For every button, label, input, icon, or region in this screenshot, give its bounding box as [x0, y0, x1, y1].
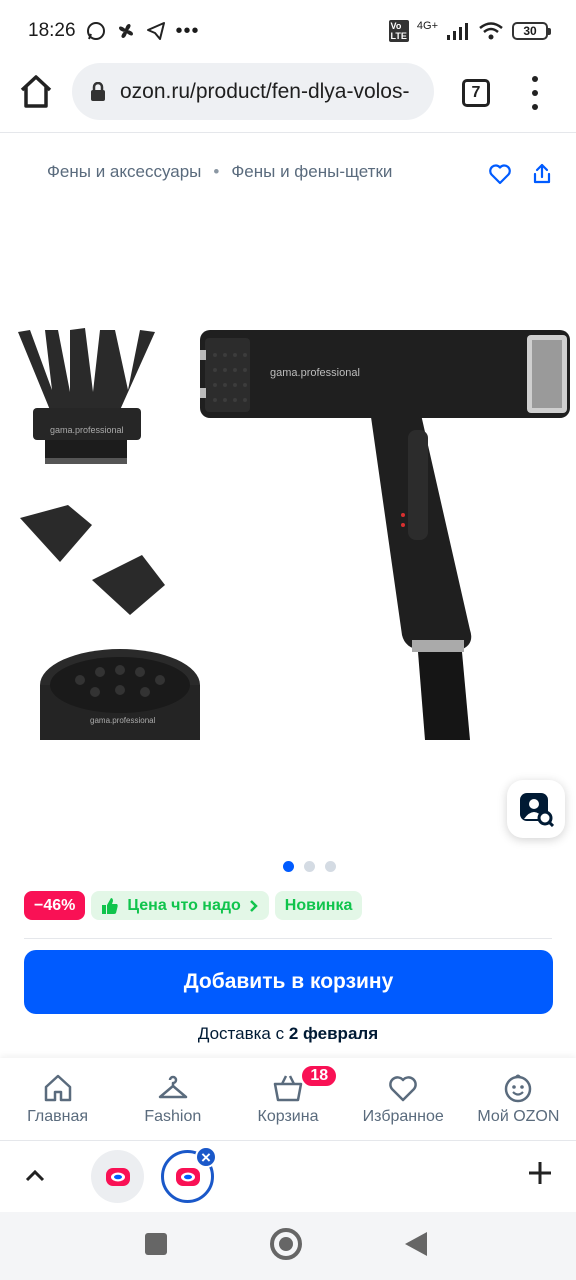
diffuser-accessory: gama.professional [18, 328, 155, 464]
pagination-dot[interactable] [304, 861, 315, 872]
heart-icon [389, 1076, 418, 1102]
nozzle-accessories [20, 505, 165, 615]
close-tab-icon[interactable]: × [195, 1146, 217, 1168]
toolbar-divider [0, 132, 576, 133]
brand-mark: gama.professional [50, 425, 124, 435]
ozon-logo-icon [175, 1167, 200, 1186]
chevron-up-icon[interactable] [24, 1165, 46, 1187]
back-button[interactable] [405, 1232, 427, 1256]
nav-cart-label: Корзина [257, 1108, 319, 1125]
more-notifications-icon: ••• [175, 19, 200, 42]
pagination-dot[interactable] [283, 861, 294, 872]
breadcrumb-item[interactable]: Фены и фены-щетки [231, 162, 392, 182]
image-search-button[interactable] [507, 780, 565, 838]
pinwheel-icon [118, 24, 133, 38]
breadcrumb-item[interactable]: Фены и аксессуары [47, 162, 201, 182]
basket-icon [273, 1075, 303, 1102]
nav-profile[interactable]: Мой OZON [461, 1058, 576, 1140]
nav-cart[interactable]: Корзина 18 [230, 1058, 345, 1140]
brand-mark: gama.professional [90, 716, 156, 725]
nav-fashion-label: Fashion [144, 1108, 202, 1125]
nav-home[interactable]: Главная [0, 1058, 115, 1140]
new-tab-icon[interactable] [526, 1159, 554, 1187]
nav-profile-label: Мой OZON [477, 1108, 560, 1125]
battery-icon: 30 [512, 22, 551, 40]
signal-icon [447, 23, 468, 40]
notification-icons: ••• [86, 20, 200, 43]
hair-dryer: gama.professional [200, 330, 570, 740]
product-gallery[interactable]: gama.professional gama.professional gama… [0, 300, 576, 750]
round-diffuser: gama.professional [40, 649, 200, 740]
url-text: ozon.ru/product/fen-dlya-volos- [120, 79, 410, 103]
browser-tab[interactable] [91, 1150, 144, 1203]
wifi-icon [479, 22, 503, 40]
home-button[interactable] [270, 1228, 302, 1260]
nav-favorites-label: Избранное [362, 1108, 444, 1125]
status-bar: 18:26 ••• Vo LTE 4G+ 30 [0, 0, 576, 62]
thumbs-up-icon [102, 897, 119, 914]
visual-search-icon [520, 793, 554, 827]
lock-icon [91, 81, 105, 101]
network-type: 4G+ [416, 20, 438, 32]
breadcrumb-separator: • [213, 162, 220, 181]
recent-apps-button[interactable] [145, 1233, 167, 1255]
gallery-pagination [283, 861, 336, 872]
ozon-logo-icon [105, 1167, 130, 1186]
brand-mark: gama.professional [270, 367, 360, 379]
address-bar[interactable]: ozon.ru/product/fen-dlya-volos- [72, 63, 434, 120]
delivery-prefix: Доставка с [197, 1024, 289, 1043]
telegram-icon [146, 22, 165, 40]
new-badge: Новинка [274, 891, 363, 920]
good-price-badge[interactable]: Цена что надо [91, 891, 269, 920]
discount-badge: −46% [24, 891, 86, 920]
product-actions [488, 162, 554, 186]
nav-fashion[interactable]: Fashion [115, 1058, 230, 1140]
heart-icon[interactable] [488, 162, 512, 186]
browser-menu-button[interactable] [524, 76, 546, 110]
delivery-info: Доставка с 2 февраля [0, 1024, 576, 1044]
system-navigation [0, 1212, 576, 1280]
pagination-dot[interactable] [325, 861, 336, 872]
whatsapp-icon [86, 22, 105, 40]
hanger-icon [158, 1075, 188, 1099]
volte-icon: Vo LTE [388, 20, 409, 42]
home-icon[interactable] [18, 72, 54, 112]
good-price-label: Цена что надо [127, 896, 241, 914]
cart-count-badge: 18 [300, 1064, 339, 1088]
house-icon [44, 1074, 71, 1102]
bottom-navigation: Главная Fashion Корзина 18 Избранное Мой… [0, 1058, 576, 1140]
nav-home-label: Главная [27, 1108, 89, 1125]
product-badges: −46% Цена что надо Новинка [24, 891, 363, 920]
browser-toolbar: ozon.ru/product/fen-dlya-volos- 7 [0, 62, 576, 132]
status-time: 18:26 [28, 20, 76, 41]
delivery-date: 2 февраля [288, 1024, 379, 1043]
section-divider [24, 938, 552, 939]
tab-switcher-button[interactable]: 7 [462, 79, 490, 107]
chevron-right-icon [249, 899, 258, 912]
share-icon[interactable] [530, 162, 554, 186]
product-image: gama.professional gama.professional gama… [18, 328, 570, 740]
breadcrumb: Фены и аксессуары • Фены и фены-щетки [47, 162, 392, 182]
add-to-cart-button[interactable]: Добавить в корзину [24, 950, 553, 1014]
smiley-icon [505, 1074, 532, 1103]
nav-favorites[interactable]: Избранное [346, 1058, 461, 1140]
browser-tab-strip: × [0, 1140, 576, 1212]
